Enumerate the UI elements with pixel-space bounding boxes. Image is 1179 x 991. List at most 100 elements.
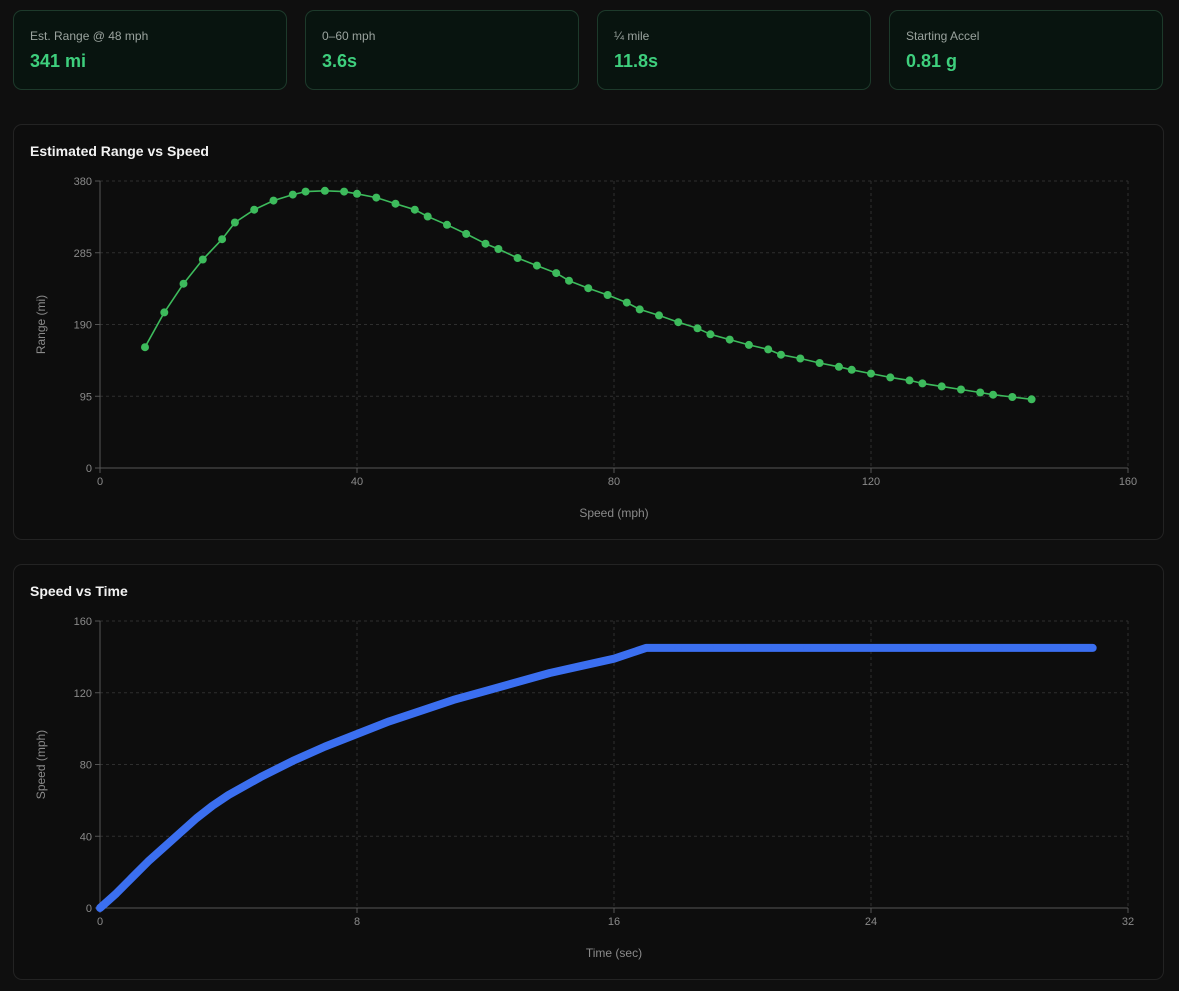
data-point: [622, 298, 631, 307]
data-point: [725, 335, 734, 344]
data-point: [385, 717, 393, 725]
data-point: [603, 291, 612, 299]
data-point: [867, 369, 875, 378]
data-point: [289, 757, 297, 765]
data-point: [578, 662, 586, 670]
data-point: [410, 205, 419, 214]
data-point: [160, 843, 168, 851]
y-tick-label: 0: [86, 463, 92, 475]
x-tick-label: 40: [351, 476, 363, 488]
data-point: [706, 330, 715, 339]
data-point: [610, 655, 618, 663]
y-tick-label: 380: [74, 176, 92, 188]
data-point: [462, 229, 471, 238]
data-point: [552, 269, 561, 278]
stat-value: 341 mi: [30, 51, 87, 71]
data-point: [179, 279, 188, 288]
stat-value: 3.6s: [322, 51, 358, 71]
data-point: [565, 276, 573, 285]
data-point: [905, 376, 914, 385]
data-point: [1008, 393, 1017, 401]
data-point: [192, 814, 200, 822]
x-tick-label: 160: [1119, 476, 1137, 488]
data-point: [353, 730, 361, 738]
data-point: [391, 199, 400, 208]
data-point: [198, 255, 207, 264]
stat-card-starting-accel: Starting Accel 0.81 g: [889, 10, 1163, 90]
data-point: [230, 218, 239, 227]
data-point: [815, 359, 824, 367]
y-tick-label: 190: [74, 320, 92, 332]
data-point: [250, 205, 259, 214]
data-point: [218, 235, 227, 244]
data-point: [301, 187, 310, 196]
x-axis-title: Speed (mph): [579, 506, 648, 520]
y-tick-label: 120: [74, 688, 92, 700]
data-point: [96, 904, 104, 912]
stat-card-zero-to-sixty: 0–60 mph 3.6s: [305, 10, 579, 90]
y-tick-label: 160: [74, 616, 92, 628]
data-point: [796, 354, 805, 363]
data-point: [706, 644, 714, 652]
data-point: [655, 311, 663, 320]
data-point: [584, 284, 593, 293]
x-tick-label: 0: [97, 476, 103, 488]
x-tick-label: 120: [862, 476, 880, 488]
data-point: [803, 644, 811, 652]
stat-label: 0–60 mph: [322, 29, 376, 43]
data-point: [340, 187, 349, 196]
data-point: [899, 644, 907, 652]
data-point: [976, 388, 985, 397]
data-point: [417, 707, 425, 715]
data-point: [481, 239, 490, 248]
data-point: [141, 343, 149, 352]
data-point: [257, 773, 265, 781]
data-point: [957, 385, 965, 394]
series-line: [96, 643, 1097, 912]
x-tick-label: 16: [608, 916, 620, 928]
data-point: [208, 802, 216, 810]
y-tick-label: 40: [80, 831, 92, 843]
x-tick-label: 32: [1122, 916, 1134, 928]
data-point: [739, 644, 746, 652]
data-point: [996, 644, 1003, 652]
data-point: [443, 220, 451, 229]
data-point: [532, 261, 541, 270]
data-point: [482, 687, 489, 695]
data-point: [635, 305, 644, 314]
y-tick-label: 0: [86, 903, 92, 915]
stat-label: ¼ mile: [614, 29, 650, 43]
data-point: [112, 890, 120, 898]
data-point: [372, 193, 381, 202]
data-point: [423, 212, 432, 221]
data-point: [321, 743, 329, 751]
data-point: [1089, 644, 1097, 652]
data-point: [241, 782, 249, 790]
data-point: [693, 324, 702, 333]
data-point: [777, 350, 785, 359]
data-point: [1060, 644, 1068, 652]
stat-value: 0.81 g: [906, 51, 958, 71]
data-point: [835, 644, 843, 652]
data-point: [867, 644, 875, 652]
data-point: [937, 382, 946, 391]
data-point: [225, 791, 232, 799]
data-point: [353, 189, 361, 198]
data-point: [834, 362, 843, 371]
data-point: [963, 644, 971, 652]
data-point: [546, 669, 554, 677]
data-point: [449, 696, 457, 704]
data-point: [744, 340, 753, 349]
data-point: [1028, 644, 1036, 652]
series-line: [144, 190, 1033, 401]
data-point: [674, 318, 683, 327]
y-tick-label: 95: [80, 391, 92, 403]
x-tick-label: 24: [865, 916, 877, 928]
x-tick-label: 8: [354, 916, 360, 928]
data-point: [144, 857, 152, 865]
y-tick-label: 80: [80, 760, 92, 772]
data-point: [269, 196, 278, 205]
data-point: [288, 190, 297, 199]
speed-vs-time-chart: 0 8 16 24 32 0 40 80 120 160 Time (sec) Speed (mph): [34, 616, 1134, 960]
data-point: [514, 678, 522, 686]
